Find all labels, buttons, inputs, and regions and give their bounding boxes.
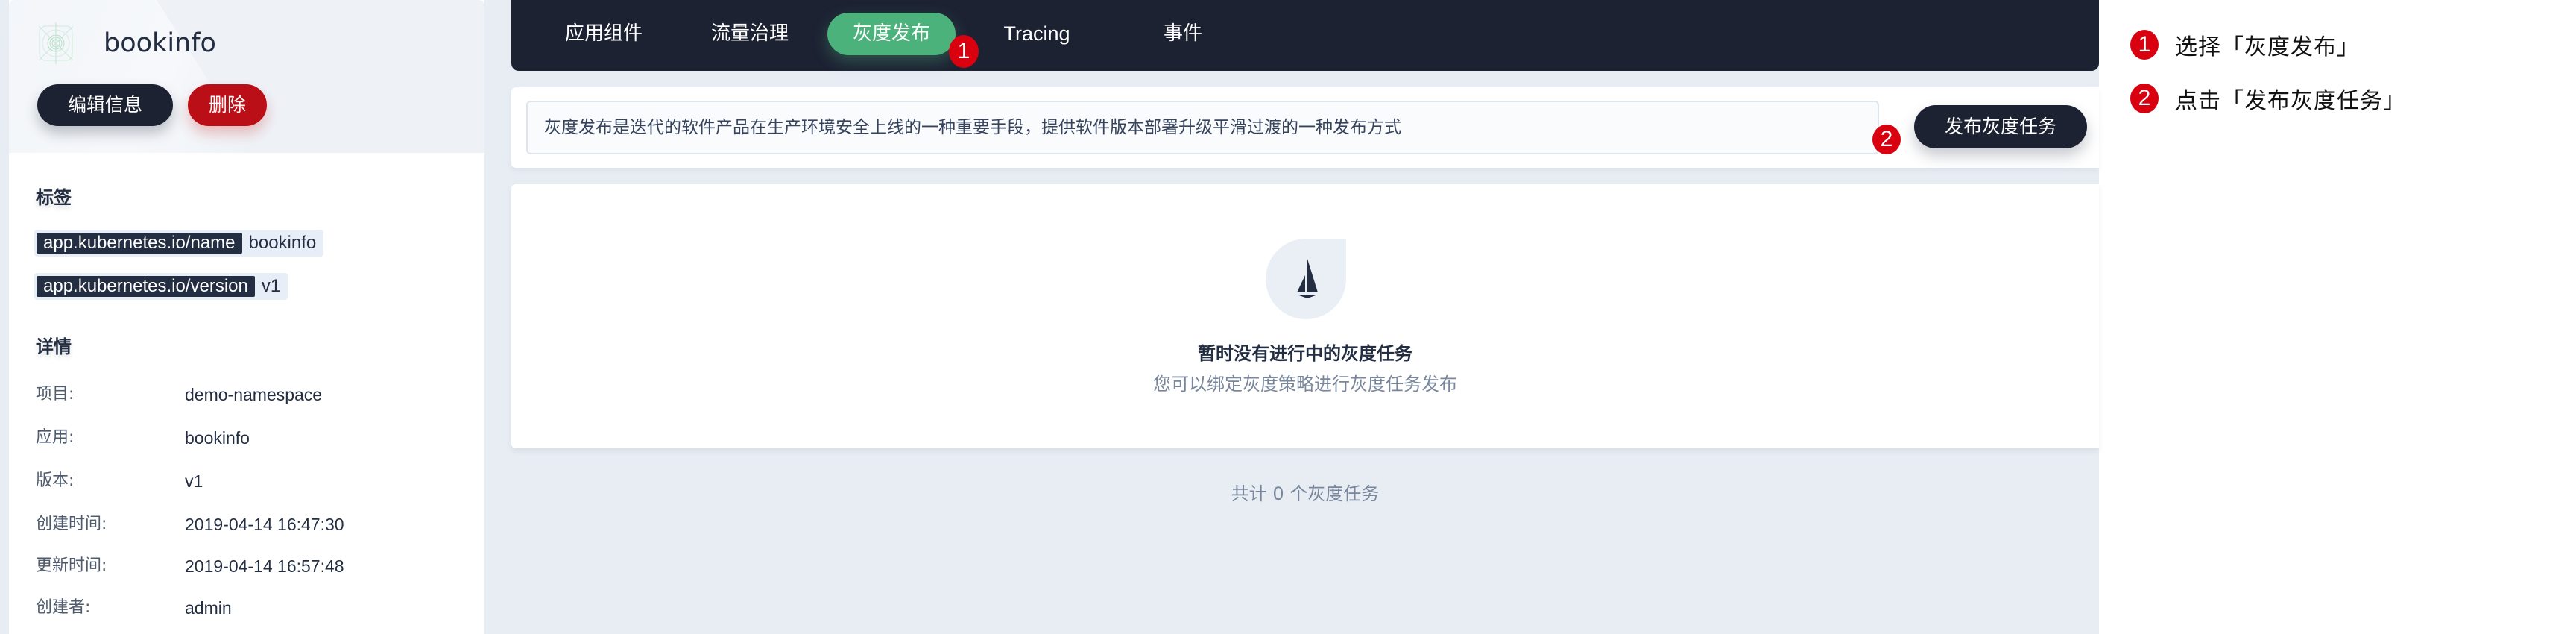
tab-grayscale-release[interactable]: 灰度发布 <box>827 13 956 55</box>
istio-sail-icon <box>1297 259 1318 298</box>
grayscale-description-text: 灰度发布是迭代的软件产品在生产环境安全上线的一种重要手段，提供软件版本部署升级平… <box>526 101 1879 154</box>
detail-label: 版本: <box>36 471 75 490</box>
detail-value: admin <box>185 598 232 618</box>
instruction-number: 2 <box>2130 84 2159 113</box>
step-badge-1: 1 <box>949 35 979 68</box>
label-key: app.kubernetes.io/name <box>37 233 242 254</box>
instruction-number: 1 <box>2130 30 2159 60</box>
labels-section-title: 标签 <box>36 187 72 208</box>
total-task-count: 共计 0 个灰度任务 <box>1231 483 1380 504</box>
app-name: bookinfo <box>104 28 216 58</box>
detail-row-project: 项目: demo-namespace <box>36 382 468 407</box>
grayscale-task-list-empty: 暂时没有进行中的灰度任务 您可以绑定灰度策略进行灰度任务发布 <box>511 184 2099 448</box>
detail-row-creator: 创建者: admin <box>36 595 468 621</box>
detail-value: 2019-04-14 16:57:48 <box>185 556 344 576</box>
instruction-step-1: 1 选择「灰度发布」 <box>2130 28 2360 61</box>
detail-label: 项目: <box>36 385 75 404</box>
details-section-title: 详情 <box>36 336 72 357</box>
app-detail-sidebar: bookinfo 编辑信息 删除 标签 app.kubernetes.io/na… <box>9 0 484 634</box>
empty-state-title: 暂时没有进行中的灰度任务 <box>1198 343 1412 364</box>
tab-app-components[interactable]: 应用组件 <box>552 13 656 55</box>
detail-row-created-time: 创建时间: 2019-04-14 16:47:30 <box>36 512 468 537</box>
instruction-text: 点击「发布灰度任务」 <box>2175 88 2406 114</box>
detail-label: 应用: <box>36 428 75 447</box>
empty-state-subtitle: 您可以绑定灰度策略进行灰度任务发布 <box>1153 374 1457 395</box>
tab-events[interactable]: 事件 <box>1142 13 1224 55</box>
detail-row-application: 应用: bookinfo <box>36 425 468 451</box>
detail-value: 2019-04-14 16:47:30 <box>185 515 344 534</box>
detail-value: v1 <box>185 471 203 491</box>
delete-button[interactable]: 删除 <box>188 84 267 126</box>
label-tag: app.kubernetes.io/version v1 <box>34 273 288 300</box>
detail-label: 更新时间: <box>36 556 107 575</box>
label-value: bookinfo <box>248 233 317 253</box>
detail-row-version: 版本: v1 <box>36 468 468 494</box>
tab-tracing-label: Tracing <box>1003 22 1070 45</box>
detail-label: 创建者: <box>36 598 91 617</box>
app-tab-bar: 应用组件 流量治理 灰度发布 Tracing 事件 <box>511 0 2099 71</box>
app-placeholder-icon <box>39 22 73 64</box>
label-value: v1 <box>261 276 281 296</box>
detail-value: demo-namespace <box>185 385 323 404</box>
publish-grayscale-task-button[interactable]: 发布灰度任务 <box>1914 105 2087 148</box>
detail-label: 创建时间: <box>36 515 107 533</box>
instruction-step-2: 2 点击「发布灰度任务」 <box>2130 82 2406 115</box>
instruction-text: 选择「灰度发布」 <box>2175 34 2360 60</box>
tab-tracing[interactable]: Tracing <box>988 13 1085 55</box>
detail-row-updated-time: 更新时间: 2019-04-14 16:57:48 <box>36 553 468 579</box>
edit-info-button[interactable]: 编辑信息 <box>37 84 173 126</box>
tab-traffic-management[interactable]: 流量治理 <box>698 13 802 55</box>
sidebar-header: bookinfo 编辑信息 删除 <box>9 0 484 153</box>
label-tag: app.kubernetes.io/name bookinfo <box>34 230 324 257</box>
grayscale-description-card: 灰度发布是迭代的软件产品在生产环境安全上线的一种重要手段，提供软件版本部署升级平… <box>511 87 2099 168</box>
label-key: app.kubernetes.io/version <box>37 276 255 297</box>
empty-state-icon-bg <box>1266 239 1346 319</box>
detail-value: bookinfo <box>185 428 250 448</box>
step-badge-2: 2 <box>1872 125 1901 154</box>
